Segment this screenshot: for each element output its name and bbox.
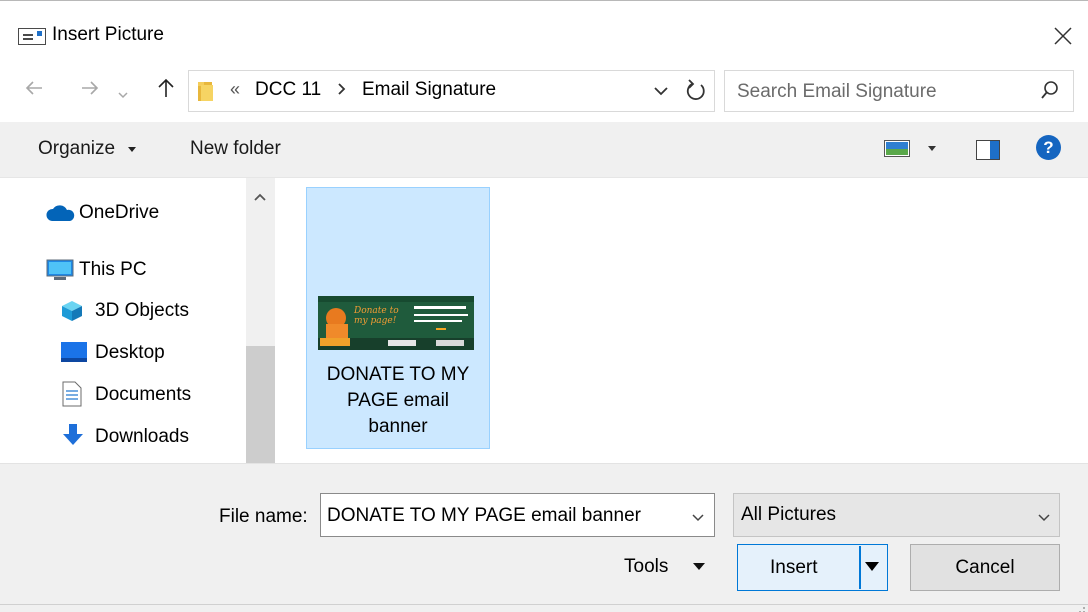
help-icon[interactable]: ? bbox=[1036, 135, 1061, 160]
nav-label: Desktop bbox=[95, 342, 165, 363]
tools-caret-icon[interactable] bbox=[693, 563, 705, 570]
file-type-dropdown-button[interactable] bbox=[1036, 508, 1052, 522]
file-name-line-1: DONATE TO MY bbox=[326, 364, 470, 385]
recent-locations-button[interactable] bbox=[117, 84, 129, 106]
up-arrow-icon bbox=[158, 78, 174, 97]
nav-label: This PC bbox=[79, 259, 147, 280]
overflow-crumbs[interactable]: « bbox=[230, 79, 240, 100]
search-icon[interactable] bbox=[1039, 79, 1061, 101]
file-name-combobox[interactable] bbox=[320, 493, 715, 537]
document-icon bbox=[62, 381, 82, 413]
nav-label: Downloads bbox=[95, 426, 189, 447]
download-icon bbox=[62, 423, 84, 453]
nav-item-onedrive[interactable]: OneDrive bbox=[0, 192, 246, 232]
file-name-label: DONATE TO MY PAGE email banner bbox=[306, 362, 490, 440]
insert-split-divider bbox=[859, 546, 861, 589]
forward-arrow-icon bbox=[82, 81, 99, 95]
chevron-right-icon bbox=[338, 83, 346, 95]
file-name-line-2: PAGE email bbox=[346, 390, 450, 411]
refresh-button[interactable] bbox=[680, 74, 712, 108]
nav-item-downloads[interactable]: Downloads bbox=[0, 416, 246, 456]
close-button[interactable] bbox=[1040, 14, 1084, 56]
view-icon bbox=[884, 140, 910, 157]
file-name-line-3: banner bbox=[368, 416, 428, 437]
nav-item-documents[interactable]: Documents bbox=[0, 374, 246, 414]
window-title: Insert Picture bbox=[52, 24, 164, 45]
thumbnail-script-text: Donate to my page! bbox=[354, 306, 399, 326]
resize-grip-icon[interactable] bbox=[1074, 598, 1086, 612]
breadcrumb-separator[interactable] bbox=[336, 80, 348, 103]
nav-label: Documents bbox=[95, 384, 192, 405]
cancel-label: Cancel bbox=[955, 557, 1015, 578]
address-dropdown-button[interactable] bbox=[648, 79, 674, 103]
search-input[interactable] bbox=[737, 81, 1027, 103]
back-arrow-icon bbox=[25, 81, 42, 95]
breadcrumb-dcc11[interactable]: DCC 11 bbox=[255, 79, 321, 101]
scroll-thumb[interactable] bbox=[246, 346, 275, 463]
preview-pane-button[interactable] bbox=[976, 140, 1000, 160]
back-button[interactable] bbox=[24, 78, 44, 104]
scroll-up-button[interactable] bbox=[253, 186, 267, 201]
chevron-down-icon bbox=[1038, 514, 1050, 522]
file-type-value: All Pictures bbox=[741, 504, 837, 525]
chevron-down-icon bbox=[692, 514, 704, 522]
forward-button[interactable] bbox=[80, 78, 100, 104]
cloud-icon bbox=[46, 204, 76, 228]
nav-item-this-pc[interactable]: This PC bbox=[0, 249, 246, 289]
chevron-up-icon bbox=[254, 193, 266, 201]
change-view-button[interactable] bbox=[884, 140, 910, 157]
file-thumbnail: Donate to my page! bbox=[318, 296, 474, 350]
insert-label: Insert bbox=[770, 557, 818, 578]
organize-label: Organize bbox=[38, 138, 116, 159]
insert-options-caret[interactable] bbox=[865, 562, 879, 571]
caret-down-icon bbox=[128, 146, 137, 152]
tools-button[interactable]: Tools bbox=[624, 556, 668, 578]
nav-label: OneDrive bbox=[79, 202, 160, 223]
computer-icon bbox=[46, 259, 74, 287]
refresh-icon bbox=[686, 79, 705, 100]
command-bar bbox=[0, 122, 1088, 178]
organize-button[interactable]: Organize bbox=[38, 138, 138, 160]
search-box[interactable] bbox=[724, 70, 1074, 112]
window-bottom-edge bbox=[0, 604, 1088, 612]
cube-icon bbox=[60, 299, 84, 329]
nav-item-3d-objects[interactable]: 3D Objects bbox=[0, 290, 246, 330]
nav-label: 3D Objects bbox=[95, 300, 189, 321]
chevron-down-icon bbox=[654, 87, 668, 96]
chevron-down-icon bbox=[118, 92, 128, 99]
nav-item-desktop[interactable]: Desktop bbox=[0, 332, 246, 372]
more-options-caret[interactable] bbox=[928, 146, 936, 151]
close-icon bbox=[1054, 27, 1072, 45]
new-folder-button[interactable]: New folder bbox=[190, 138, 281, 160]
desktop-icon bbox=[60, 341, 88, 369]
up-button[interactable] bbox=[156, 77, 176, 105]
dialog-icon bbox=[18, 28, 46, 45]
folder-icon bbox=[196, 79, 218, 103]
file-name-dropdown-button[interactable] bbox=[690, 508, 706, 522]
file-name-field-label: File name: bbox=[219, 506, 308, 527]
breadcrumb-email-signature[interactable]: Email Signature bbox=[362, 79, 496, 101]
file-name-input[interactable] bbox=[327, 505, 667, 527]
